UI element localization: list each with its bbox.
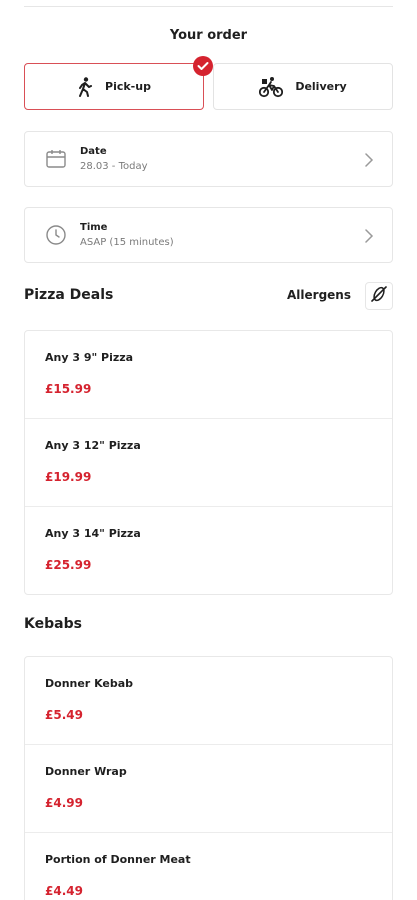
- top-divider: [24, 6, 393, 7]
- menu-item[interactable]: Portion of Donner Meat £4.49: [25, 833, 392, 900]
- calendar-icon: [45, 148, 67, 170]
- section-title-pizza-deals: Pizza Deals: [24, 287, 114, 303]
- menu-item-price: £4.49: [45, 884, 83, 898]
- cyclist-icon: [259, 76, 284, 98]
- menu-item-price: £25.99: [45, 558, 92, 572]
- pizza-deals-list: Any 3 9" Pizza £15.99 Any 3 12" Pizza £1…: [24, 330, 393, 595]
- menu-item-price: £19.99: [45, 470, 92, 484]
- pickup-label: Pick-up: [105, 80, 151, 93]
- time-selector[interactable]: Time ASAP (15 minutes): [24, 207, 393, 263]
- time-value: ASAP (15 minutes): [80, 237, 174, 248]
- menu-item-name: Donner Kebab: [45, 677, 134, 690]
- menu-item-name: Any 3 12" Pizza: [45, 439, 141, 452]
- section-title-kebabs: Kebabs: [24, 616, 82, 632]
- menu-item[interactable]: Donner Wrap £4.99: [25, 745, 392, 833]
- menu-item-name: Any 3 9" Pizza: [45, 351, 134, 364]
- menu-item-price: £5.49: [45, 708, 83, 722]
- chevron-right-icon: [364, 152, 374, 167]
- order-mode-selector: Pick-up Delivery: [24, 56, 393, 111]
- allergens-link[interactable]: Allergens: [287, 288, 351, 302]
- delivery-label: Delivery: [295, 80, 347, 93]
- kebabs-list: Donner Kebab £5.49 Donner Wrap £4.99 Por…: [24, 656, 393, 900]
- no-allergen-icon: [369, 284, 389, 308]
- date-selector[interactable]: Date 28.03 - Today: [24, 131, 393, 187]
- menu-item[interactable]: Any 3 14" Pizza £25.99: [25, 507, 392, 595]
- menu-item-name: Portion of Donner Meat: [45, 853, 191, 866]
- allergens-button[interactable]: [365, 282, 393, 310]
- date-label: Date: [80, 146, 107, 157]
- page-title: Your order: [169, 28, 248, 43]
- date-value: 28.03 - Today: [80, 161, 148, 172]
- menu-item-name: Any 3 14" Pizza: [45, 527, 141, 540]
- menu-item[interactable]: Donner Kebab £5.49: [25, 657, 392, 745]
- menu-item-name: Donner Wrap: [45, 765, 127, 778]
- clock-icon: [45, 224, 67, 246]
- check-icon: [193, 56, 213, 76]
- menu-item-price: £15.99: [45, 382, 92, 396]
- walking-person-icon: [77, 76, 93, 97]
- menu-item[interactable]: Any 3 12" Pizza £19.99: [25, 419, 392, 507]
- time-label: Time: [80, 222, 108, 233]
- delivery-button[interactable]: Delivery: [213, 63, 393, 110]
- chevron-right-icon: [364, 228, 374, 243]
- pickup-button[interactable]: Pick-up: [24, 63, 204, 110]
- menu-item-price: £4.99: [45, 796, 83, 810]
- menu-item[interactable]: Any 3 9" Pizza £15.99: [25, 331, 392, 419]
